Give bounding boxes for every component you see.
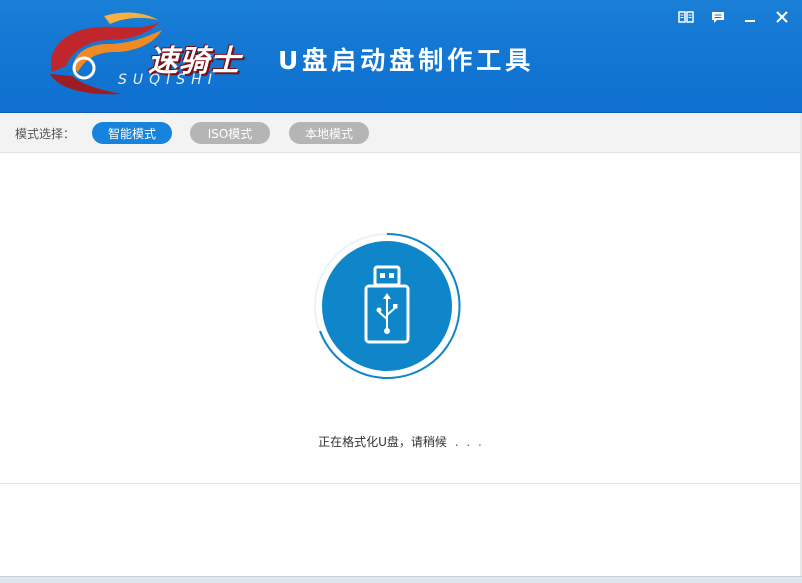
mode-label: 模式选择： bbox=[15, 127, 76, 141]
footer-area bbox=[0, 484, 802, 576]
feedback-icon bbox=[712, 12, 724, 23]
mode-bar: 模式选择： 智能模式 ISO模式 本地模式 bbox=[0, 113, 802, 153]
window-controls bbox=[672, 6, 796, 28]
mode-local-button[interactable]: 本地模式 bbox=[289, 122, 369, 144]
title-bar: 速骑士 SUQISHI U盘启动盘制作工具 bbox=[0, 0, 802, 113]
main-panel: 正在格式化U盘，请稍候 . . . bbox=[0, 153, 802, 483]
status-message: 正在格式化U盘，请稍候 . . . bbox=[0, 433, 802, 450]
minimize-button[interactable] bbox=[736, 6, 764, 28]
close-icon bbox=[776, 11, 788, 23]
status-ellipsis: . . . bbox=[454, 435, 484, 449]
status-text: 正在格式化U盘，请稍候 bbox=[318, 435, 447, 449]
mode-smart-button[interactable]: 智能模式 bbox=[92, 122, 172, 144]
help-book-button[interactable] bbox=[672, 6, 700, 28]
feedback-button[interactable] bbox=[704, 6, 732, 28]
minimize-icon bbox=[745, 20, 755, 22]
app-title: U盘启动盘制作工具 bbox=[278, 46, 535, 75]
logo-subtext: SUQISHI bbox=[118, 72, 218, 88]
mode-iso-button[interactable]: ISO模式 bbox=[190, 122, 270, 144]
close-button[interactable] bbox=[768, 6, 796, 28]
help-book-icon bbox=[678, 11, 694, 23]
progress-indicator bbox=[312, 231, 462, 381]
